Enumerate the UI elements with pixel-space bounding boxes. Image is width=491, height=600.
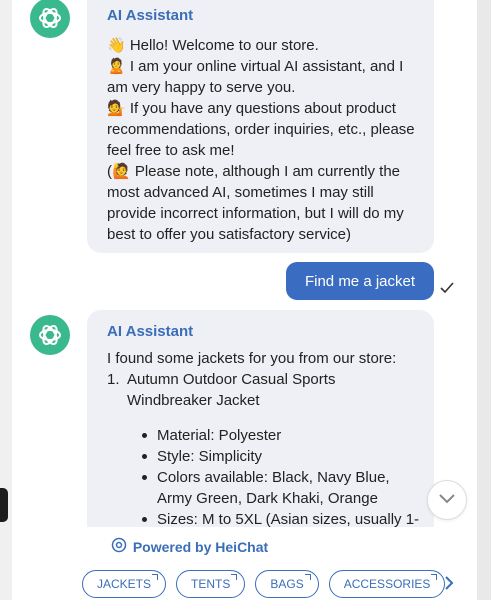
- background-figure: [0, 488, 8, 522]
- reply-message-text: I found some jackets for you from our st…: [107, 348, 422, 530]
- scroll-down-button[interactable]: [427, 480, 467, 520]
- chip-label: BAGS: [270, 577, 304, 591]
- chevron-right-icon: [444, 574, 454, 597]
- product-list: 1. Autumn Outdoor Casual Sports Windbrea…: [107, 369, 422, 530]
- detail-item: Material: Polyester: [137, 425, 422, 446]
- powered-by[interactable]: Powered by HeiChat: [12, 537, 367, 556]
- welcome-line: 🙎 I am your online virtual AI assistant,…: [107, 58, 404, 96]
- product-item: 1. Autumn Outdoor Casual Sports Windbrea…: [107, 369, 422, 530]
- corner-arrow-icon: [231, 574, 238, 580]
- chip-tents[interactable]: TENTS: [176, 570, 246, 598]
- product-details: Material: Polyester Style: Simplicity Co…: [107, 425, 422, 530]
- chevron-down-icon: [439, 491, 455, 509]
- chat-panel: AI Assistant 👋 Hello! Welcome to our sto…: [12, 0, 477, 600]
- openai-logo-icon: [30, 0, 70, 38]
- quick-reply-chips: JACKETS TENTS BAGS ACCESSORIES: [82, 570, 446, 598]
- product-title: Autumn Outdoor Casual Sports Windbreaker…: [127, 371, 336, 409]
- chip-jackets[interactable]: JACKETS: [82, 570, 167, 598]
- chat-footer: Powered by HeiChat JACKETS TENTS BAGS AC…: [12, 527, 477, 600]
- openai-logo-icon: [30, 315, 70, 355]
- assistant-name: AI Assistant: [107, 7, 194, 24]
- reply-intro: I found some jackets for you from our st…: [107, 350, 397, 367]
- scrollbar[interactable]: [481, 0, 491, 600]
- welcome-line: 👋 Hello! Welcome to our store.: [107, 37, 319, 54]
- checkmark-icon: [440, 281, 454, 299]
- powered-by-label: Powered by HeiChat: [132, 538, 269, 555]
- welcome-message-text: 👋 Hello! Welcome to our store. 🙎 I am yo…: [107, 35, 425, 245]
- corner-arrow-icon: [304, 574, 311, 580]
- chip-bags[interactable]: BAGS: [255, 570, 319, 598]
- assistant-welcome-bubble: AI Assistant 👋 Hello! Welcome to our sto…: [87, 0, 434, 253]
- welcome-line: (🙋 Please note, although I am currently …: [107, 163, 404, 243]
- user-message-bubble: Find me a jacket: [286, 262, 434, 300]
- assistant-name: AI Assistant: [107, 323, 194, 340]
- heichat-logo-icon: [111, 537, 127, 556]
- chips-next-button[interactable]: [435, 571, 463, 599]
- chip-label: ACCESSORIES: [343, 577, 431, 591]
- detail-item: Colors available: Black, Navy Blue, Army…: [137, 467, 422, 509]
- corner-arrow-icon: [152, 574, 159, 580]
- welcome-line: 💁 If you have any questions about produc…: [107, 100, 415, 159]
- product-number: 1.: [107, 371, 120, 388]
- chip-label: TENTS: [191, 577, 231, 591]
- detail-item: Style: Simplicity: [137, 446, 422, 467]
- chip-label: JACKETS: [97, 577, 152, 591]
- chip-accessories[interactable]: ACCESSORIES: [328, 570, 446, 598]
